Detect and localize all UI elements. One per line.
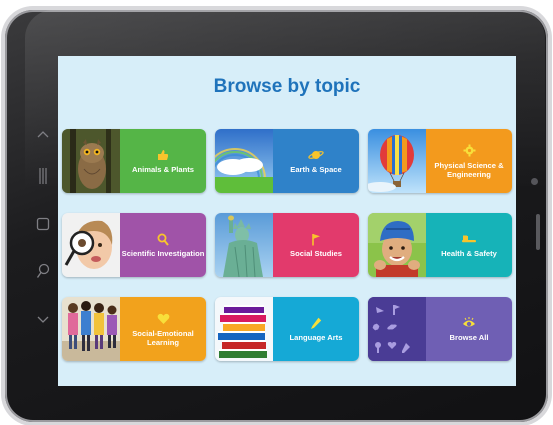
hot-air-balloon-photo xyxy=(368,129,426,193)
thumbs-up-icon xyxy=(153,148,173,162)
app-screen: Browse by topic Animals & Plants Earth &… xyxy=(58,56,516,386)
sky-rainbow-photo xyxy=(215,129,273,193)
search-icon[interactable] xyxy=(27,259,59,283)
page-title: Browse by topic xyxy=(213,76,361,97)
child-helmet-photo xyxy=(368,213,426,277)
planet-icon xyxy=(306,148,326,162)
topic-label: Social Studies xyxy=(290,249,342,258)
camera-icon xyxy=(531,178,538,185)
topic-label: Scientific Investigation xyxy=(121,249,205,258)
side-button xyxy=(536,214,540,250)
pencil-icon xyxy=(306,316,326,330)
topic-physical-science[interactable]: Physical Science & Engineering xyxy=(368,129,512,193)
topic-language-arts[interactable]: Language Arts xyxy=(215,297,359,361)
topic-label: Browse All xyxy=(449,333,489,342)
topic-label: Earth & Space xyxy=(290,165,342,174)
owl-photo xyxy=(62,129,120,193)
gear-icon xyxy=(459,144,479,158)
book-stack-photo xyxy=(215,297,273,361)
topic-label: Health & Safety xyxy=(441,249,497,258)
topic-animals-plants[interactable]: Animals & Plants xyxy=(62,129,206,193)
topic-social-studies[interactable]: Social Studies xyxy=(215,213,359,277)
topic-earth-space[interactable]: Earth & Space xyxy=(215,129,359,193)
flag-icon xyxy=(306,232,326,246)
topic-label: Language Arts xyxy=(289,333,343,342)
magnifier-icon xyxy=(153,232,173,246)
down-chevron-icon[interactable] xyxy=(27,308,59,332)
device-nav-buttons xyxy=(27,122,59,342)
topic-label: Physical Science & Engineering xyxy=(434,160,504,179)
heart-icon xyxy=(153,312,173,326)
browse-all-icons xyxy=(368,297,426,361)
topic-social-emotional[interactable]: Social-Emotional Learning xyxy=(62,297,206,361)
child-magnifier-photo xyxy=(62,213,120,277)
statue-of-liberty-photo xyxy=(215,213,273,277)
topic-label: Animals & Plants xyxy=(131,165,195,174)
topic-label: Social-Emotional Learning xyxy=(132,328,194,347)
toothbrush-icon xyxy=(459,232,479,246)
children-walking-photo xyxy=(62,297,120,361)
topic-browse-all[interactable]: Browse All xyxy=(368,297,512,361)
topic-scientific-investigation[interactable]: Scientific Investigation xyxy=(62,213,206,277)
home-square-icon[interactable] xyxy=(27,212,59,236)
topic-health-safety[interactable]: Health & Safety xyxy=(368,213,512,277)
eye-icon xyxy=(459,316,479,330)
recent-apps-icon[interactable] xyxy=(27,164,59,188)
up-chevron-icon[interactable] xyxy=(27,122,59,146)
